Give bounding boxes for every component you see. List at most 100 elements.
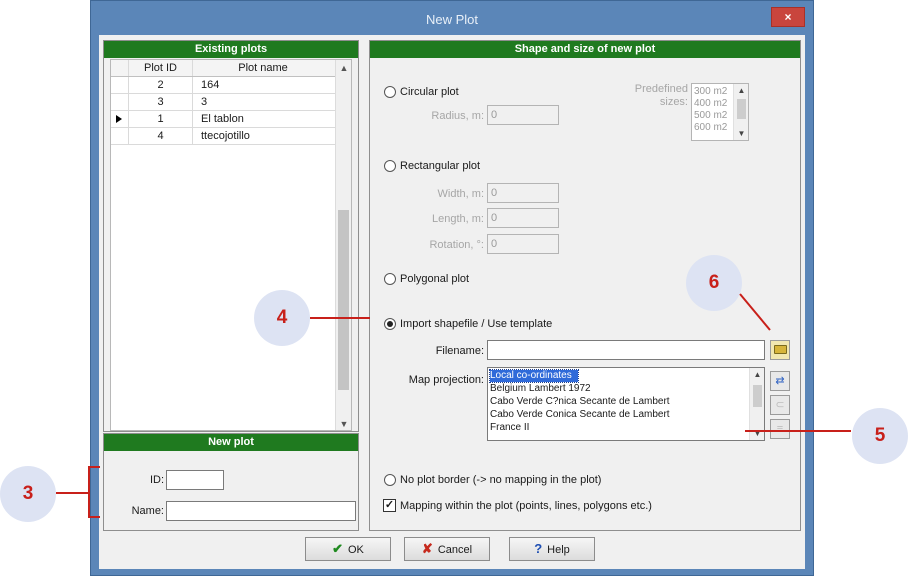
plots-grid-scrollbar[interactable]: ▲ ▼ <box>335 60 351 430</box>
cancel-button[interactable]: ✘ Cancel <box>404 537 490 561</box>
no-plot-border-radio[interactable] <box>384 474 396 486</box>
existing-plots-header: Existing plots <box>104 41 358 58</box>
id-field[interactable] <box>166 470 224 490</box>
scroll-up-icon[interactable]: ▲ <box>336 60 351 76</box>
width-label: Width, m: <box>437 188 484 200</box>
rectangular-plot-radio[interactable] <box>384 160 396 172</box>
import-shapefile-radio[interactable] <box>384 318 396 330</box>
grid-header-row: Plot ID Plot name <box>111 60 351 77</box>
table-row[interactable]: 3 3 <box>111 94 351 111</box>
list-item[interactable]: 400 m2 <box>694 98 727 110</box>
scroll-up-icon[interactable]: ▲ <box>750 370 764 379</box>
edit-icon: ⊂ <box>775 399 785 411</box>
existing-plots-grid: Plot ID Plot name 2 164 3 3 1 El tablon … <box>110 59 352 431</box>
plot-id-cell: 2 <box>129 77 193 93</box>
callout-3-line <box>56 492 88 494</box>
swap-arrows-icon: ⇄ <box>775 375 785 387</box>
length-label: Length, m: <box>432 213 484 225</box>
cancel-label: Cancel <box>437 544 473 556</box>
ok-button[interactable]: ✔ OK <box>305 537 391 561</box>
rotation-label: Rotation, °: <box>429 239 484 251</box>
list-item[interactable]: 300 m2 <box>694 86 727 98</box>
list-icon: ≡ <box>776 423 784 435</box>
callout-3-bracket-bottom <box>88 516 100 518</box>
plot-name-cell: 3 <box>201 96 208 108</box>
callout-3-bracket-top <box>88 466 100 468</box>
radius-label: Radius, m: <box>431 110 484 122</box>
list-item[interactable]: Local co-ordinates <box>489 369 579 383</box>
table-row[interactable]: 4 ttecojotillo <box>111 128 351 145</box>
callout-4: 4 <box>254 290 310 346</box>
id-label: ID: <box>149 474 164 486</box>
current-row-pointer-icon <box>116 115 122 123</box>
list-item[interactable]: 600 m2 <box>694 122 727 134</box>
scroll-up-icon[interactable]: ▲ <box>734 86 748 95</box>
window-title: New Plot <box>425 12 479 27</box>
column-header-plot-id[interactable]: Plot ID <box>129 60 193 76</box>
radius-field[interactable] <box>487 105 559 125</box>
length-field[interactable] <box>487 208 559 228</box>
predefined-sizes-list[interactable]: 300 m2 400 m2 500 m2 600 m2 ▲ ▼ <box>691 83 749 141</box>
callout-6: 6 <box>686 255 742 311</box>
import-shapefile-label: Import shapefile / Use template <box>400 318 553 330</box>
column-header-plot-name[interactable]: Plot name <box>193 60 351 76</box>
polygonal-plot-label: Polygonal plot <box>400 273 470 285</box>
rectangular-plot-label: Rectangular plot <box>400 160 481 172</box>
cancel-x-icon: ✘ <box>421 541 433 556</box>
plot-id-cell: 4 <box>129 128 193 144</box>
plot-id-cell: 3 <box>129 94 193 110</box>
callout-5-line <box>745 430 851 432</box>
name-label: Name: <box>131 505 164 517</box>
width-field[interactable] <box>487 183 559 203</box>
filename-field[interactable] <box>487 340 765 360</box>
scroll-down-icon[interactable]: ▼ <box>336 416 351 430</box>
new-plot-panel: New plot ID: Name: <box>103 433 359 531</box>
row-indicator <box>111 94 129 110</box>
help-question-icon: ? <box>534 541 543 556</box>
plot-name-cell: ttecojotillo <box>201 130 250 142</box>
map-projection-label: Map projection: <box>408 374 484 386</box>
help-label: Help <box>547 544 570 556</box>
scroll-thumb[interactable] <box>338 210 349 390</box>
list-item[interactable]: Belgium Lambert 1972 <box>490 383 591 395</box>
new-plot-header: New plot <box>104 434 358 451</box>
list-item[interactable]: Cabo Verde C?nica Secante de Lambert <box>490 396 670 408</box>
polygonal-plot-radio[interactable] <box>384 273 396 285</box>
projection-edit-button[interactable]: ⊂ <box>770 395 790 415</box>
callout-6-arrow <box>739 293 771 331</box>
screenshot-stage: New Plot × Existing plots Plot ID Plot n… <box>0 0 908 576</box>
open-folder-icon <box>773 345 787 354</box>
callout-4-line <box>310 317 370 319</box>
predefined-sizes-scrollbar[interactable]: ▲ ▼ <box>733 84 748 140</box>
row-indicator <box>111 77 129 93</box>
filename-label: Filename: <box>435 345 484 357</box>
mapping-within-plot-label: Mapping within the plot (points, lines, … <box>400 500 652 512</box>
list-item[interactable]: Cabo Verde Conica Secante de Lambert <box>490 409 670 421</box>
projection-settings-button[interactable]: ⇄ <box>770 371 790 391</box>
list-item[interactable]: France II <box>490 422 529 434</box>
name-field[interactable] <box>166 501 356 521</box>
close-button[interactable]: × <box>771 7 805 27</box>
row-indicator <box>111 128 129 144</box>
title-bar: New Plot × <box>91 1 813 35</box>
mapping-within-plot-checkbox[interactable]: ✓ <box>383 499 396 512</box>
table-row[interactable]: 1 El tablon <box>111 111 351 128</box>
existing-plots-panel: Existing plots Plot ID Plot name 2 164 3… <box>103 40 359 432</box>
plot-name-cell: 164 <box>201 79 220 91</box>
shape-size-header: Shape and size of new plot <box>370 41 800 58</box>
map-projection-list[interactable]: Local co-ordinates Belgium Lambert 1972 … <box>487 367 765 441</box>
row-indicator <box>111 111 129 127</box>
scroll-thumb[interactable] <box>753 385 762 407</box>
circular-plot-radio[interactable] <box>384 86 396 98</box>
table-row[interactable]: 2 164 <box>111 77 351 94</box>
row-indicator-header <box>111 60 129 76</box>
rotation-field[interactable] <box>487 234 559 254</box>
scroll-thumb[interactable] <box>737 99 746 119</box>
browse-folder-button[interactable] <box>770 340 790 360</box>
list-item[interactable]: 500 m2 <box>694 110 727 122</box>
no-plot-border-label: No plot border (-> no mapping in the plo… <box>400 474 602 486</box>
scroll-down-icon[interactable]: ▼ <box>734 129 748 138</box>
help-button[interactable]: ? Help <box>509 537 595 561</box>
plot-name-cell: El tablon <box>201 113 244 125</box>
projection-delete-button[interactable]: ≡ <box>770 419 790 439</box>
